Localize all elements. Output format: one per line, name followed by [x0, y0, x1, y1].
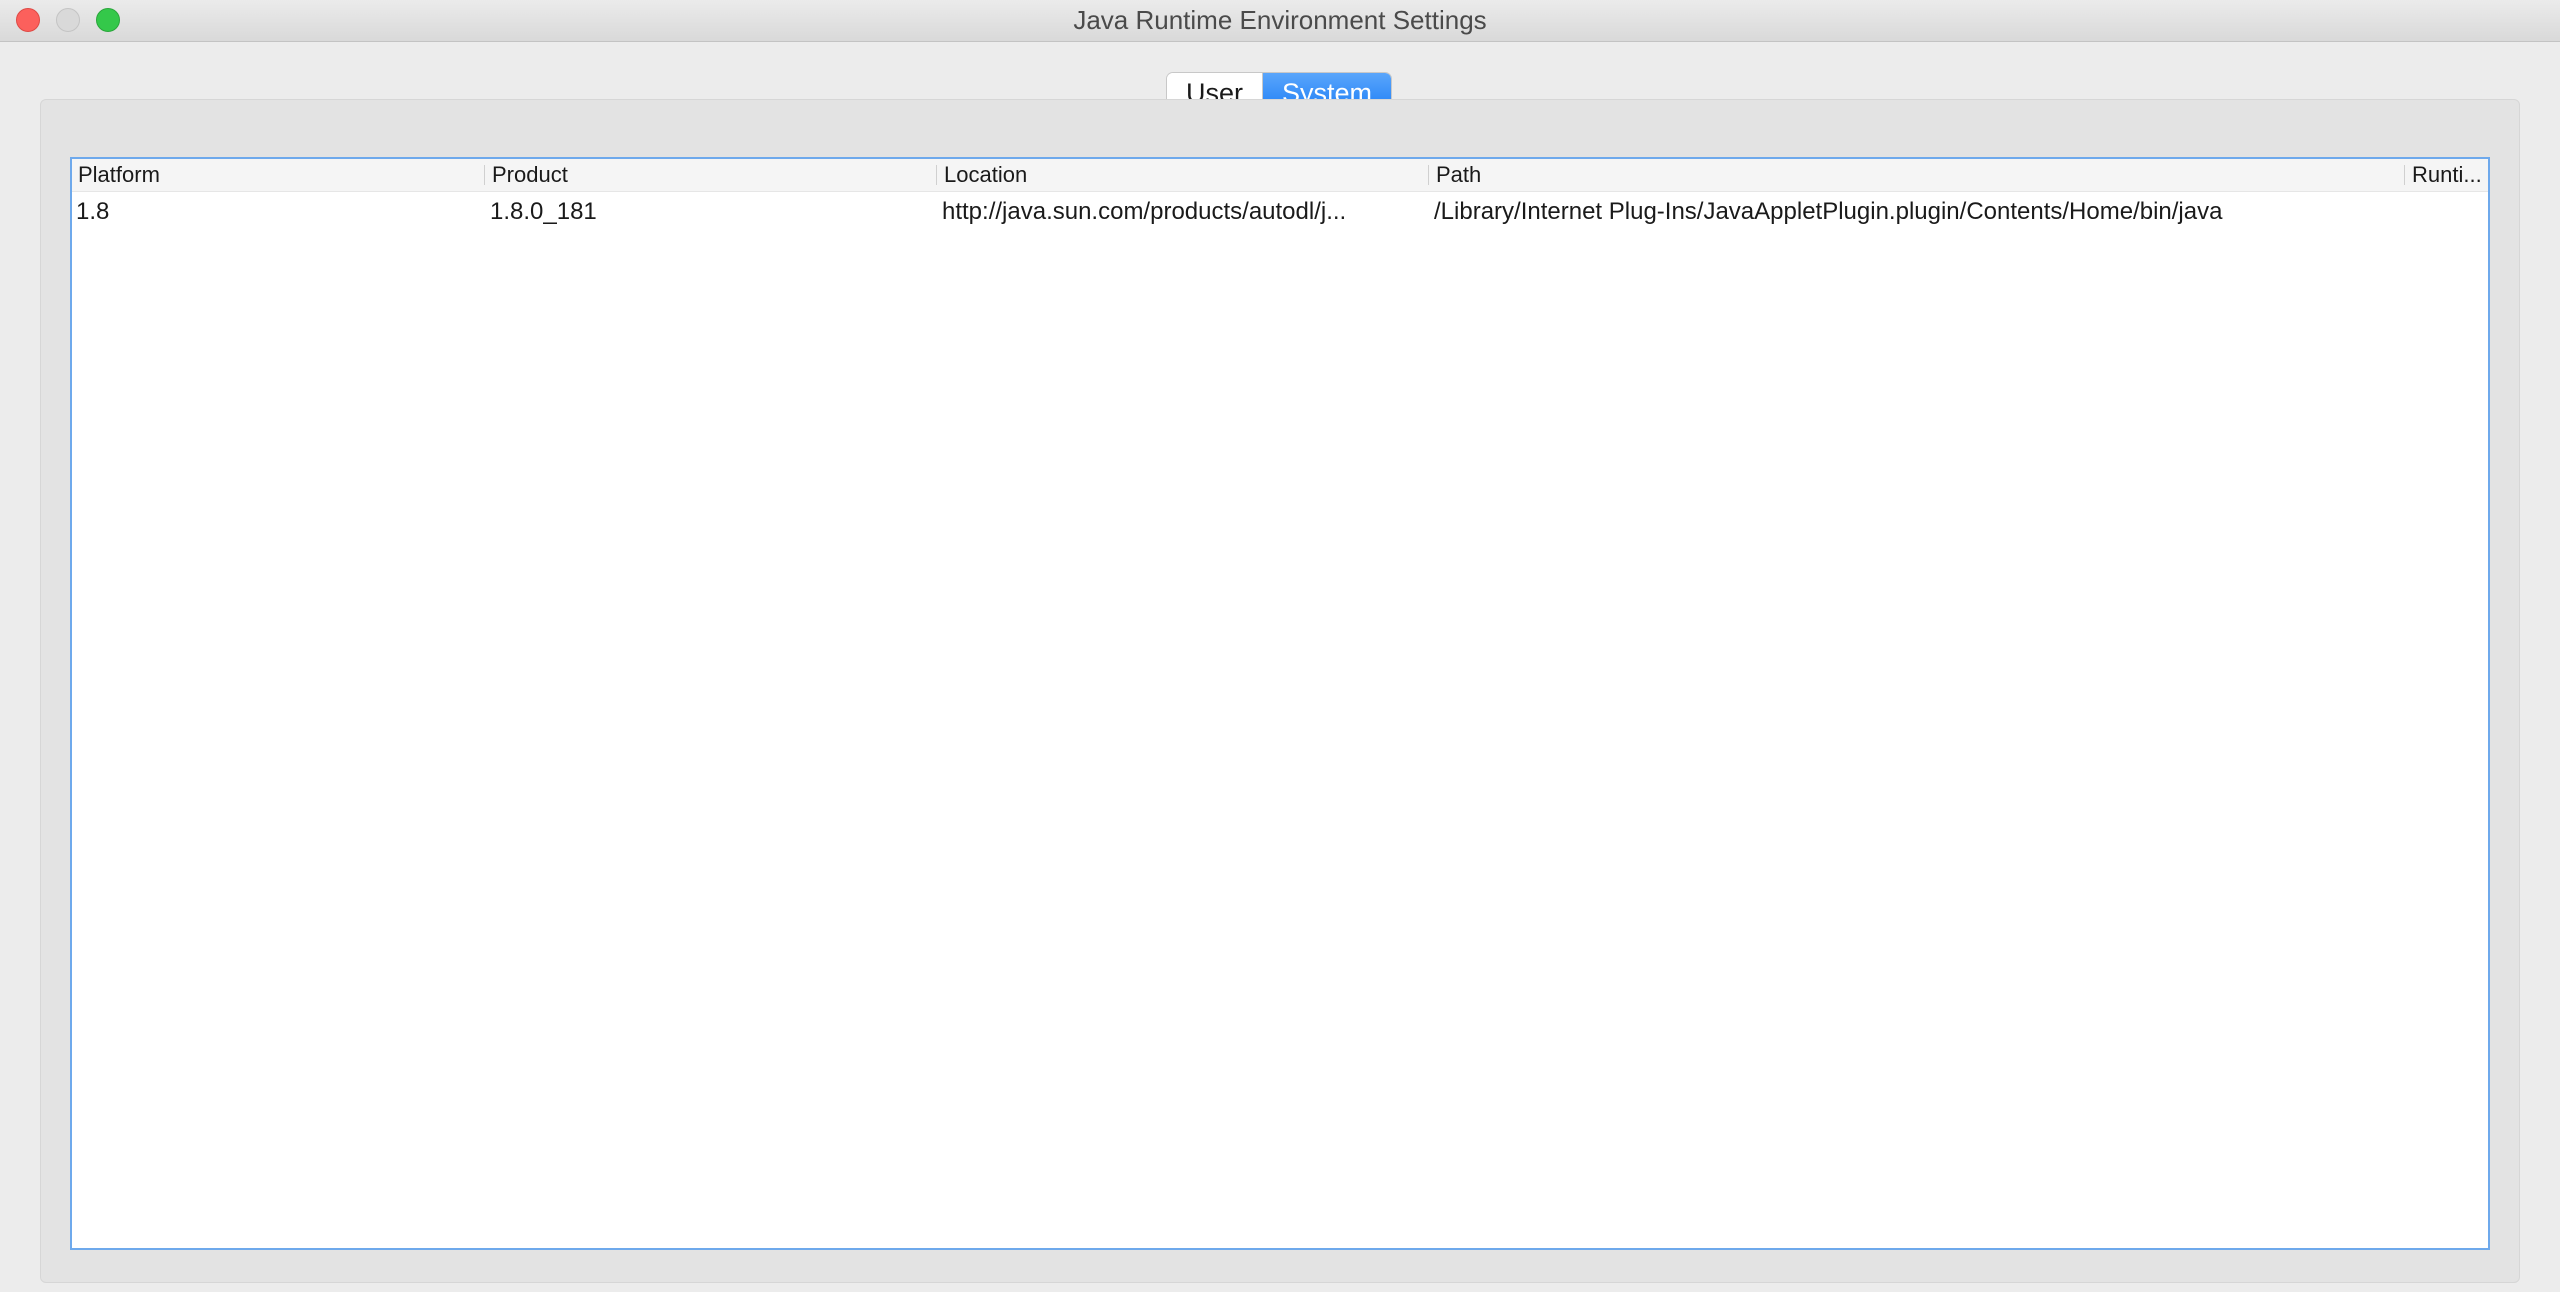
- jre-table[interactable]: Platform Product Location Path Runti... …: [70, 157, 2490, 1250]
- cell-product: 1.8.0_181: [490, 198, 597, 225]
- jre-settings-window: Java Runtime Environment Settings User S…: [0, 0, 2560, 1292]
- window-title: Java Runtime Environment Settings: [1073, 5, 1487, 35]
- cell-platform: 1.8: [76, 198, 110, 225]
- table-header: Platform Product Location Path Runti...: [72, 159, 2488, 192]
- table-row[interactable]: 1.8 1.8.0_181 http://java.sun.com/produc…: [72, 192, 2488, 232]
- column-header-runtime[interactable]: Runti...: [2406, 159, 2488, 191]
- cell-path: /Library/Internet Plug-Ins/JavaAppletPlu…: [1434, 198, 2223, 225]
- cell-location: http://java.sun.com/products/autodl/j...: [942, 198, 1347, 225]
- column-header-location[interactable]: Location: [938, 159, 1428, 191]
- column-header-product[interactable]: Product: [486, 159, 936, 191]
- title-bar[interactable]: Java Runtime Environment Settings: [0, 0, 2560, 42]
- column-divider[interactable]: [1428, 165, 1429, 185]
- column-header-path[interactable]: Path: [1430, 159, 2404, 191]
- cell-runtime[interactable]: [2406, 192, 2488, 232]
- column-divider[interactable]: [2404, 165, 2405, 185]
- column-header-platform[interactable]: Platform: [72, 159, 484, 191]
- column-divider[interactable]: [936, 165, 937, 185]
- column-divider[interactable]: [484, 165, 485, 185]
